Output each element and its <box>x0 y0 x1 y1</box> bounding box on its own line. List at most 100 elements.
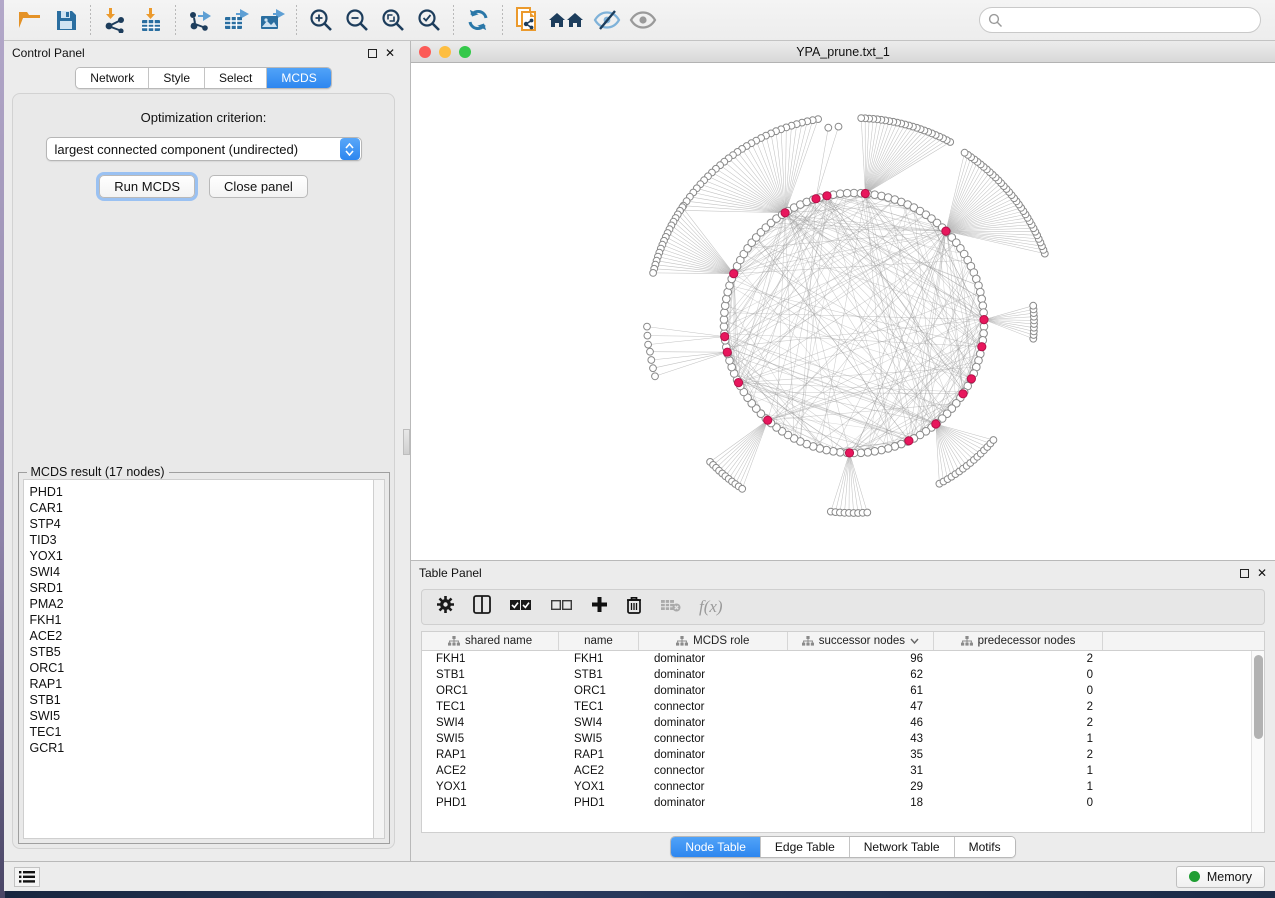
mcds-result-item[interactable]: STB5 <box>30 644 367 660</box>
cell-name[interactable]: SWI4 <box>560 715 640 731</box>
cell-MCDS-role[interactable]: connector <box>640 779 790 795</box>
import-network-icon[interactable] <box>97 3 133 37</box>
cell-predecessor-nodes[interactable]: 0 <box>937 795 1107 811</box>
mcds-result-item[interactable]: ACE2 <box>30 628 367 644</box>
mcds-result-item[interactable]: TID3 <box>30 532 367 548</box>
table-row[interactable]: FKH1FKH1dominator962 <box>422 651 1264 667</box>
cell-name[interactable]: ORC1 <box>560 683 640 699</box>
cell-successor-nodes[interactable]: 61 <box>790 683 937 699</box>
tab-edge-table[interactable]: Edge Table <box>761 837 850 857</box>
cell-name[interactable]: FKH1 <box>560 651 640 667</box>
mcds-result-item[interactable]: ORC1 <box>30 660 367 676</box>
cell-MCDS-role[interactable]: connector <box>640 763 790 779</box>
cell-MCDS-role[interactable]: dominator <box>640 715 790 731</box>
mcds-result-item[interactable]: STP4 <box>30 516 367 532</box>
cell-MCDS-role[interactable]: dominator <box>640 683 790 699</box>
mcds-result-item[interactable]: SWI4 <box>30 564 367 580</box>
mcds-result-item[interactable]: RAP1 <box>30 676 367 692</box>
splitter-handle[interactable] <box>403 429 410 455</box>
cell-shared-name[interactable]: ORC1 <box>422 683 560 699</box>
zoom-selected-icon[interactable] <box>411 3 447 37</box>
close-panel-icon[interactable]: ✕ <box>1257 567 1267 579</box>
tab-network[interactable]: Network <box>76 68 149 88</box>
mcds-result-item[interactable]: FKH1 <box>30 612 367 628</box>
mcds-result-list[interactable]: PHD1CAR1STP4TID3YOX1SWI4SRD1PMA2FKH1ACE2… <box>23 479 373 839</box>
duplicate-network-icon[interactable] <box>509 3 545 37</box>
float-panel-icon[interactable] <box>368 49 377 58</box>
show-columns-icon[interactable] <box>473 595 491 619</box>
table-row[interactable]: PHD1PHD1dominator180 <box>422 795 1264 811</box>
tab-mcds[interactable]: MCDS <box>267 68 330 88</box>
cell-successor-nodes[interactable]: 29 <box>790 779 937 795</box>
cell-successor-nodes[interactable]: 46 <box>790 715 937 731</box>
cell-name[interactable]: ACE2 <box>560 763 640 779</box>
optimization-criterion-select[interactable]: largest connected component (undirected) <box>46 137 362 161</box>
table-row[interactable]: RAP1RAP1dominator352 <box>422 747 1264 763</box>
float-panel-icon[interactable] <box>1240 569 1249 578</box>
save-icon[interactable] <box>48 3 84 37</box>
cell-MCDS-role[interactable]: dominator <box>640 747 790 763</box>
table-scrollbar[interactable] <box>1251 651 1264 832</box>
mcds-result-item[interactable]: YOX1 <box>30 548 367 564</box>
cell-predecessor-nodes[interactable]: 1 <box>937 731 1107 747</box>
close-panel-button[interactable]: Close panel <box>209 175 308 198</box>
tab-style[interactable]: Style <box>149 68 205 88</box>
cell-shared-name[interactable]: ACE2 <box>422 763 560 779</box>
zoom-out-icon[interactable] <box>339 3 375 37</box>
table-row[interactable]: TEC1TEC1connector472 <box>422 699 1264 715</box>
cell-MCDS-role[interactable]: connector <box>640 731 790 747</box>
column-header-shared-name[interactable]: shared name <box>422 632 559 650</box>
cell-name[interactable]: STB1 <box>560 667 640 683</box>
cell-successor-nodes[interactable]: 62 <box>790 667 937 683</box>
task-history-button[interactable] <box>14 867 40 887</box>
hide-selected-icon[interactable] <box>589 3 625 37</box>
tab-motifs[interactable]: Motifs <box>955 837 1015 857</box>
table-row[interactable]: YOX1YOX1connector291 <box>422 779 1264 795</box>
cell-shared-name[interactable]: RAP1 <box>422 747 560 763</box>
sort-chevron-icon[interactable] <box>910 638 919 644</box>
table-row[interactable]: ACE2ACE2connector311 <box>422 763 1264 779</box>
mcds-result-item[interactable]: PMA2 <box>30 596 367 612</box>
close-panel-icon[interactable]: ✕ <box>385 47 395 59</box>
mcds-result-item[interactable]: PHD1 <box>30 484 367 500</box>
result-list-scrollbar[interactable] <box>373 479 385 839</box>
search-input[interactable] <box>1003 13 1252 27</box>
run-mcds-button[interactable]: Run MCDS <box>99 175 195 198</box>
cell-shared-name[interactable]: SWI5 <box>422 731 560 747</box>
select-all-icon[interactable] <box>509 598 532 617</box>
tab-network-table[interactable]: Network Table <box>850 837 955 857</box>
cell-predecessor-nodes[interactable]: 1 <box>937 779 1107 795</box>
cell-predecessor-nodes[interactable]: 2 <box>937 715 1107 731</box>
column-header-MCDS-role[interactable]: MCDS role <box>639 632 788 650</box>
open-file-icon[interactable] <box>12 3 48 37</box>
import-table-icon[interactable] <box>133 3 169 37</box>
cell-successor-nodes[interactable]: 35 <box>790 747 937 763</box>
export-table-icon[interactable] <box>218 3 254 37</box>
zoom-fit-icon[interactable] <box>375 3 411 37</box>
mcds-result-item[interactable]: STB1 <box>30 692 367 708</box>
memory-button[interactable]: Memory <box>1176 866 1265 888</box>
add-column-icon[interactable] <box>591 596 608 618</box>
table-row[interactable]: STB1STB1dominator620 <box>422 667 1264 683</box>
column-header-successor-nodes[interactable]: successor nodes <box>788 632 934 650</box>
cell-name[interactable]: YOX1 <box>560 779 640 795</box>
table-settings-gear-icon[interactable] <box>436 595 455 619</box>
cell-shared-name[interactable]: SWI4 <box>422 715 560 731</box>
tab-select[interactable]: Select <box>205 68 267 88</box>
mcds-result-item[interactable]: SRD1 <box>30 580 367 596</box>
column-header-predecessor-nodes[interactable]: predecessor nodes <box>934 632 1103 650</box>
deselect-all-icon[interactable] <box>550 598 573 617</box>
cell-successor-nodes[interactable]: 43 <box>790 731 937 747</box>
cell-MCDS-role[interactable]: dominator <box>640 795 790 811</box>
cell-predecessor-nodes[interactable]: 2 <box>937 699 1107 715</box>
cell-MCDS-role[interactable]: connector <box>640 699 790 715</box>
table-row[interactable]: SWI4SWI4dominator462 <box>422 715 1264 731</box>
export-network-icon[interactable] <box>182 3 218 37</box>
panel-splitter[interactable] <box>403 41 410 861</box>
cell-predecessor-nodes[interactable]: 2 <box>937 747 1107 763</box>
export-image-icon[interactable] <box>254 3 290 37</box>
cell-name[interactable]: PHD1 <box>560 795 640 811</box>
cell-successor-nodes[interactable]: 47 <box>790 699 937 715</box>
cell-name[interactable]: TEC1 <box>560 699 640 715</box>
cell-shared-name[interactable]: PHD1 <box>422 795 560 811</box>
